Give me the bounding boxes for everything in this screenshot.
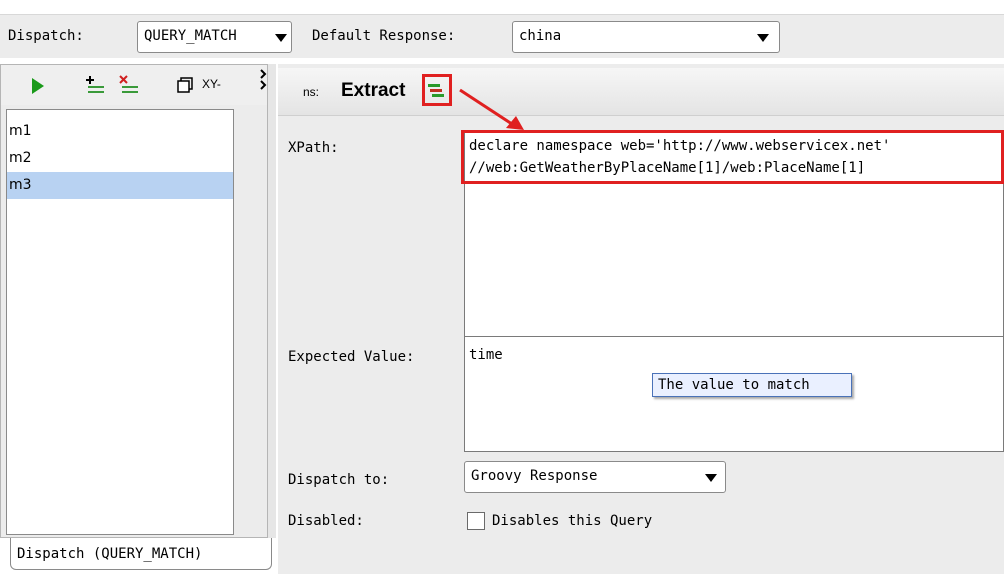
dispatch-toolbar: Dispatch: QUERY_MATCH Default Response: … [0, 14, 1004, 58]
extract-toolbar: ns: Extract [278, 68, 1004, 116]
query-list-toolbar: XY- [1, 65, 267, 105]
chevron-down-icon [705, 474, 717, 482]
delete-query-icon[interactable] [119, 75, 139, 99]
chevron-down-icon [275, 34, 287, 42]
default-response-label: Default Response: [312, 28, 456, 44]
tab-dispatch[interactable]: Dispatch (QUERY_MATCH) [10, 538, 272, 570]
dispatch-to-select[interactable]: Groovy Response [464, 461, 726, 493]
dispatch-to-value: Groovy Response [471, 468, 598, 484]
xy-label[interactable]: XY- [202, 77, 221, 91]
dispatch-to-label: Dispatch to: [288, 472, 390, 488]
xpath-label: XPath: [288, 140, 339, 156]
list-item[interactable]: m2 [7, 145, 233, 172]
list-item[interactable]: m1 [7, 118, 233, 145]
chevron-right-icon[interactable] [259, 69, 267, 95]
expected-value-label: Expected Value: [288, 349, 415, 365]
copy-icon[interactable] [177, 77, 193, 97]
add-query-icon[interactable] [85, 75, 105, 99]
list-item-selected[interactable]: m3 [7, 172, 233, 199]
run-icon[interactable] [31, 78, 45, 98]
disabled-checkbox-label[interactable]: Disables this Query [492, 513, 652, 529]
chevron-down-icon [757, 34, 769, 42]
top-strip [0, 0, 1004, 14]
default-response-value: china [519, 28, 562, 44]
disabled-label: Disabled: [288, 513, 364, 529]
query-list: m1 m2 m3 [6, 109, 234, 535]
panel-splitter[interactable] [268, 64, 276, 538]
default-response-select[interactable]: china [512, 21, 780, 53]
ns-button[interactable]: ns: [303, 85, 319, 99]
tooltip: The value to match [652, 373, 852, 397]
expected-value-text: time [469, 347, 503, 363]
extract-button[interactable]: Extract [341, 80, 405, 102]
dispatch-select[interactable]: QUERY_MATCH [137, 21, 292, 53]
disabled-checkbox[interactable] [467, 512, 485, 530]
dispatch-select-value: QUERY_MATCH [144, 28, 237, 44]
dispatch-label: Dispatch: [8, 28, 84, 44]
annotation-arrow-icon [459, 88, 524, 130]
tab-dispatch-label: Dispatch (QUERY_MATCH) [17, 546, 203, 562]
xpath-highlight-box [461, 130, 1004, 184]
